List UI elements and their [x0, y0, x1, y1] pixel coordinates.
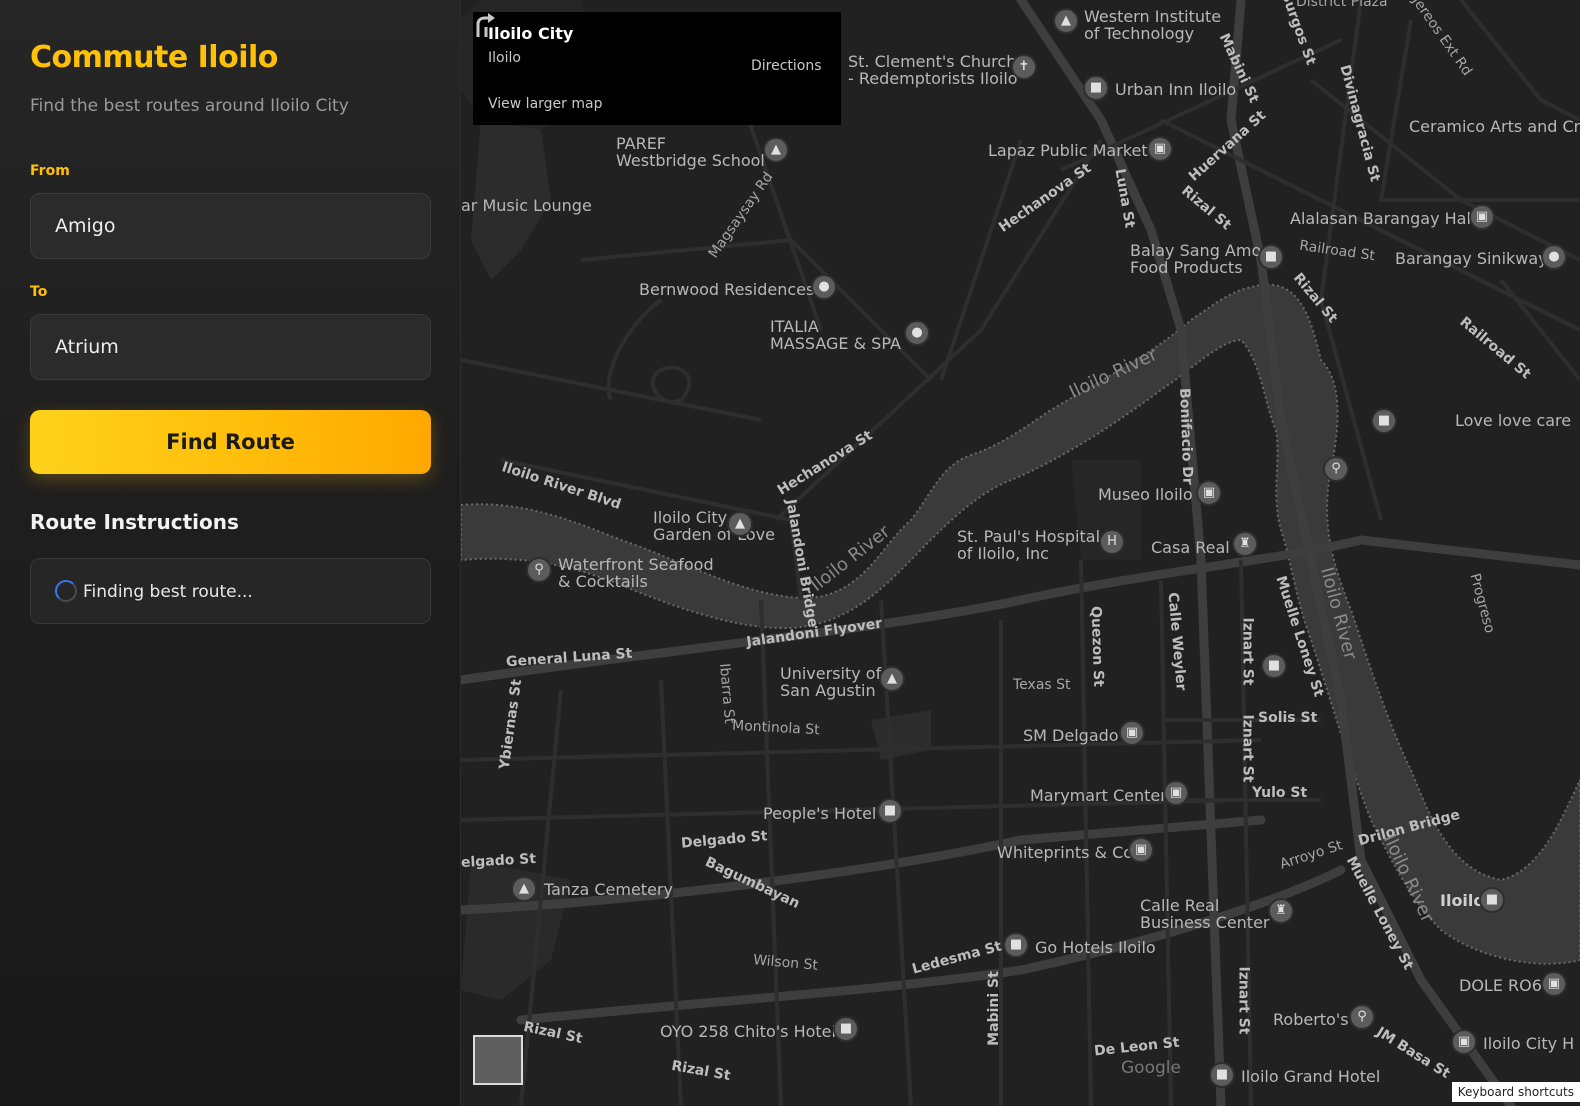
shop-icon[interactable]: ■	[1258, 244, 1284, 270]
shopping-icon[interactable]: ▣	[1119, 720, 1145, 746]
landmark-icon[interactable]: ♜	[1268, 898, 1294, 924]
road-label: Iznart St	[1235, 966, 1252, 1035]
place-icon[interactable]: ●	[811, 274, 837, 300]
hotel-icon[interactable]: ■	[1003, 932, 1029, 958]
map-label[interactable]: Casa Real	[1151, 539, 1230, 556]
civic-icon[interactable]: ▣	[1469, 204, 1495, 230]
google-logo: Google	[1121, 1058, 1181, 1078]
road-label: Bonifacio Dr	[1176, 387, 1196, 486]
map-label[interactable]: Waterfront Seafood & Cocktails	[558, 556, 714, 590]
hotel-icon[interactable]: ■	[1371, 408, 1397, 434]
restaurant-icon[interactable]: ⚲	[1349, 1004, 1375, 1030]
map-label[interactable]: Lapaz Public Market	[988, 142, 1148, 159]
restaurant-icon[interactable]: ⚲	[1323, 456, 1349, 482]
sidebar: Commute Iloilo Find the best routes arou…	[0, 0, 461, 1106]
map-label[interactable]: Love love care	[1455, 412, 1571, 429]
road-label: District Plaza	[1296, 0, 1388, 10]
map-label[interactable]: St. Clement's Church - Redemptorists Iloi…	[848, 53, 1018, 87]
map-label[interactable]: Ceramico Arts and Cr	[1409, 118, 1580, 135]
map-label[interactable]: SM Delgado	[1023, 727, 1119, 744]
map-label[interactable]: Iloilo City Garden of Love	[653, 509, 775, 543]
place-name: Iloilo City	[488, 24, 574, 43]
map-label[interactable]: DOLE RO6	[1459, 977, 1542, 994]
cart-icon[interactable]: ▣	[1147, 136, 1173, 162]
road-label: Quezon St	[1087, 605, 1107, 688]
hospital-icon[interactable]: H	[1099, 529, 1125, 555]
road-label: Yulo St	[1252, 785, 1308, 801]
hotel-icon[interactable]: ■	[1209, 1062, 1235, 1088]
to-input[interactable]	[30, 314, 431, 380]
shopping-icon[interactable]: ▣	[1128, 837, 1154, 863]
route-status-text: Finding best route...	[83, 582, 253, 602]
place-icon[interactable]: ●	[904, 320, 930, 346]
place-icon[interactable]: ●	[1541, 244, 1567, 270]
keyboard-shortcuts-link[interactable]: Keyboard shortcuts	[1451, 1082, 1580, 1102]
to-label: To	[30, 284, 48, 300]
shopping-icon[interactable]: ▣	[1163, 780, 1189, 806]
church-icon[interactable]: ✝	[1011, 54, 1037, 80]
restaurant-icon[interactable]: ⚲	[526, 557, 552, 583]
transit-icon[interactable]: ■	[1479, 887, 1505, 913]
map-label[interactable]: Museo Iloilo	[1098, 486, 1193, 503]
map-label[interactable]: Barangay Sinikway	[1395, 250, 1548, 267]
from-input[interactable]	[30, 193, 431, 259]
landmark-icon[interactable]: ♜	[1232, 531, 1258, 557]
map-place-card: Iloilo City Iloilo Directions View large…	[473, 12, 841, 125]
from-label: From	[30, 163, 70, 179]
school-icon[interactable]: ▲	[879, 666, 905, 692]
road-label: Mabini St	[985, 971, 1002, 1046]
route-instructions-title: Route Instructions	[30, 510, 239, 534]
map-label[interactable]: Iloilo Grand Hotel	[1241, 1068, 1380, 1085]
directions-link[interactable]: Directions	[751, 58, 822, 74]
civic-icon[interactable]: ▣	[1541, 971, 1567, 997]
hotel-icon[interactable]: ■	[833, 1016, 859, 1042]
app-subtitle: Find the best routes around Iloilo City	[30, 96, 349, 116]
directions-icon[interactable]	[473, 12, 499, 38]
map-label[interactable]: Bernwood Residences	[639, 281, 814, 298]
road-label: Texas St	[1013, 677, 1071, 693]
map-label[interactable]: PAREF Westbridge School	[616, 135, 765, 169]
map-label[interactable]: ar Music Lounge	[461, 197, 592, 214]
cemetery-icon[interactable]: ▲	[511, 876, 537, 902]
app-title: Commute Iloilo	[30, 40, 278, 75]
map-view[interactable]: Iloilo City Iloilo Directions View large…	[461, 0, 1580, 1106]
map-label[interactable]: People's Hotel	[763, 805, 876, 822]
school-icon[interactable]: ▲	[1053, 8, 1079, 34]
map-label[interactable]: Tanza Cemetery	[544, 881, 673, 898]
civic-icon[interactable]: ▣	[1451, 1029, 1477, 1055]
museum-icon[interactable]: ▣	[1196, 480, 1222, 506]
school-icon[interactable]: ▲	[763, 137, 789, 163]
park-icon[interactable]: ▲	[727, 511, 753, 537]
satellite-toggle-button[interactable]	[473, 1035, 523, 1085]
hotel-icon[interactable]: ■	[877, 798, 903, 824]
hotel-icon[interactable]: ■	[1261, 653, 1287, 679]
map-label[interactable]: University of San Agustin	[780, 665, 881, 699]
hotel-icon[interactable]: ■	[1083, 75, 1109, 101]
find-route-button[interactable]: Find Route	[30, 410, 431, 474]
view-larger-map-link[interactable]: View larger map	[488, 96, 602, 112]
map-label[interactable]: OYO 258 Chito's Hotel	[660, 1023, 836, 1040]
map-label[interactable]: Roberto's	[1273, 1011, 1349, 1028]
map-label[interactable]: Alalasan Barangay Hall	[1290, 210, 1475, 227]
loading-spinner-icon	[55, 580, 77, 602]
route-instructions-panel: Finding best route...	[30, 558, 431, 624]
map-label[interactable]: ITALIA MASSAGE & SPA	[770, 318, 901, 352]
map-label[interactable]: Iloilo	[1440, 892, 1484, 909]
road-label: Iznart St	[1239, 714, 1256, 783]
map-label[interactable]: Calle Real Business Center	[1140, 897, 1270, 931]
map-label[interactable]: Go Hotels Iloilo	[1035, 939, 1156, 956]
map-label[interactable]: Whiteprints & Co	[997, 844, 1133, 861]
map-label[interactable]: Urban Inn Iloilo	[1115, 81, 1236, 98]
road-label: Solis St	[1258, 710, 1318, 726]
map-label[interactable]: St. Paul's Hospital of Iloilo, Inc	[957, 528, 1100, 562]
map-label[interactable]: Marymart Center	[1030, 787, 1167, 804]
map-label[interactable]: Iloilo City H	[1483, 1035, 1574, 1052]
map-label[interactable]: Western Institute of Technology	[1084, 8, 1221, 42]
map-label[interactable]: Balay Sang Amo Food Products	[1130, 242, 1261, 276]
road-label: Iznart St	[1239, 617, 1256, 686]
